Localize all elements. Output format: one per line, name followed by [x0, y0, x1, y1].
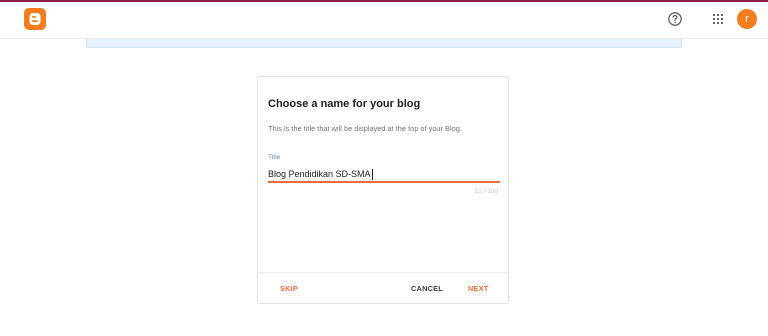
title-field-label: Title [268, 154, 281, 161]
blog-name-dialog: Choose a name for your blog This is the … [257, 76, 509, 304]
help-circle-icon[interactable] [667, 11, 683, 27]
avatar[interactable]: r [737, 9, 757, 29]
title-input[interactable] [268, 167, 500, 181]
top-accent-line [0, 0, 768, 2]
text-caret [372, 169, 373, 180]
blogger-logo-icon[interactable] [24, 8, 46, 30]
dialog-subtitle: This is the title that will be displayed… [268, 124, 462, 133]
info-banner [86, 39, 682, 48]
title-field-underline [268, 181, 500, 183]
dialog-footer-divider [258, 272, 508, 273]
apps-grid-icon[interactable] [711, 12, 725, 26]
next-button[interactable]: NEXT [468, 284, 489, 293]
skip-button[interactable]: SKIP [280, 284, 298, 293]
dialog-title: Choose a name for your blog [268, 98, 421, 110]
cancel-button[interactable]: CANCEL [411, 284, 443, 293]
character-counter: 22 / 100 [474, 188, 498, 195]
